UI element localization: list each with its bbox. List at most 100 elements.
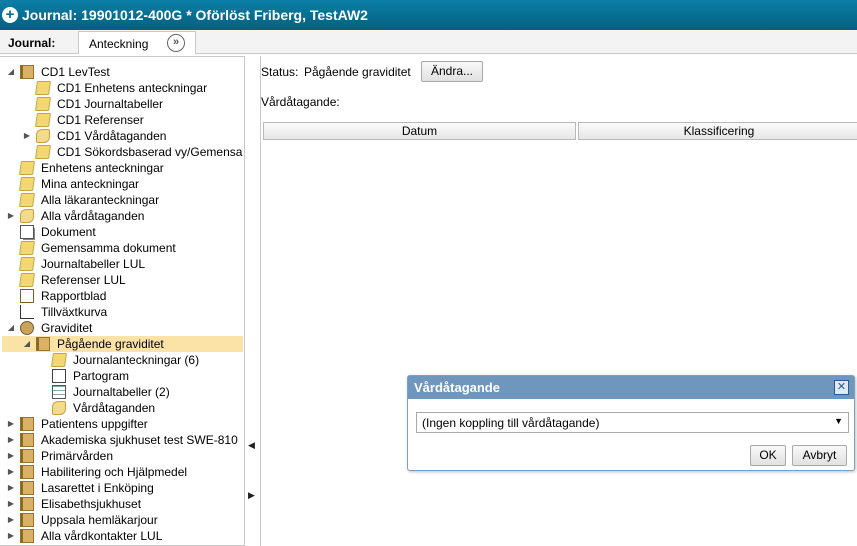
- close-icon[interactable]: ✕: [834, 380, 849, 395]
- status-value: Pågående graviditet: [304, 65, 411, 79]
- book-icon: [36, 337, 50, 351]
- hand-icon: [36, 129, 50, 143]
- tree-item[interactable]: Alla läkaranteckningar: [2, 192, 243, 208]
- vardatagande-select[interactable]: (Ingen koppling till vårdåtagande) ▼: [416, 412, 849, 433]
- dialog-title: Vårdåtagande: [414, 380, 500, 395]
- tree-item[interactable]: ▶ Habilitering och Hjälpmedel: [2, 464, 243, 480]
- tab-journal[interactable]: Journal:: [0, 32, 76, 54]
- tree-item[interactable]: Dokument: [2, 224, 243, 240]
- expand-icon[interactable]: ▶: [6, 496, 16, 512]
- tree-item[interactable]: Referenser LUL: [2, 272, 243, 288]
- tree-item-label: Journalanteckningar (6): [73, 353, 200, 367]
- column-header-datum[interactable]: Datum: [263, 122, 576, 140]
- book-icon: [20, 513, 34, 527]
- expand-icon[interactable]: ▶: [6, 512, 16, 528]
- cancel-button[interactable]: Avbryt: [792, 445, 847, 466]
- tree-item[interactable]: CD1 Enhetens anteckningar: [2, 80, 243, 96]
- dialog-header: Vårdåtagande ✕: [408, 376, 854, 399]
- expand-icon[interactable]: ▶: [6, 416, 16, 432]
- collapse-icon[interactable]: ◢: [6, 64, 16, 80]
- folder-icon: [35, 145, 51, 159]
- tab-bar: Journal: Anteckning »: [0, 30, 857, 54]
- tree-item[interactable]: Gemensamma dokument: [2, 240, 243, 256]
- tree-item-label: Lasarettet i Enköping: [41, 481, 154, 495]
- tree-item[interactable]: Rapportblad: [2, 288, 243, 304]
- window-title: Journal: 19901012-400G * Oförlöst Friber…: [22, 7, 368, 23]
- folder-icon: [19, 257, 35, 271]
- book-icon: [20, 449, 34, 463]
- tree-item-label: Tillväxtkurva: [41, 305, 108, 319]
- tree-item[interactable]: ◢ CD1 LevTest: [2, 64, 243, 80]
- tree-item[interactable]: Vårdåtaganden: [2, 400, 243, 416]
- tree-item[interactable]: ◢ Graviditet: [2, 320, 243, 336]
- folder-icon: [35, 81, 51, 95]
- tree-item[interactable]: Tillväxtkurva: [2, 304, 243, 320]
- collapse-icon[interactable]: ◢: [22, 336, 32, 352]
- tree-item[interactable]: ▶ Patientens uppgifter: [2, 416, 243, 432]
- tree-item-label: Partogram: [73, 369, 130, 383]
- chevron-down-icon[interactable]: ▼: [834, 416, 843, 426]
- tree-item[interactable]: Partogram: [2, 368, 243, 384]
- expand-right-icon[interactable]: ▶: [248, 490, 255, 501]
- tree-item-label: Enhetens anteckningar: [41, 161, 164, 175]
- tree-item-label: CD1 Enhetens anteckningar: [57, 81, 208, 95]
- main-panel: Status: Pågående graviditet Ändra... Vår…: [260, 56, 857, 546]
- plus-icon: +: [2, 7, 18, 23]
- tree-item[interactable]: Journalanteckningar (6): [2, 352, 243, 368]
- tree-item[interactable]: Enhetens anteckningar: [2, 160, 243, 176]
- tree-item-label: Primärvården: [41, 449, 114, 463]
- tree-item[interactable]: ◢ Pågående graviditet: [2, 336, 243, 352]
- tree-item-label: CD1 LevTest: [41, 65, 110, 79]
- tree-item[interactable]: ▶ Lasarettet i Enköping: [2, 480, 243, 496]
- expand-icon[interactable]: ▶: [22, 128, 32, 144]
- book-icon: [20, 529, 34, 543]
- tree-item[interactable]: ▶ Uppsala hemläkarjour: [2, 512, 243, 528]
- tree-item-label: Rapportblad: [41, 289, 107, 303]
- folder-icon: [19, 193, 35, 207]
- tree-item[interactable]: CD1 Referenser: [2, 112, 243, 128]
- tree-item[interactable]: ▶ Akademiska sjukhuset test SWE-810: [2, 432, 243, 448]
- tree-item[interactable]: Journaltabeller LUL: [2, 256, 243, 272]
- change-status-button[interactable]: Ändra...: [421, 61, 483, 82]
- journal-tree: ◢ CD1 LevTest CD1 Enhetens anteckningar CD1…: [0, 56, 245, 546]
- book-icon: [20, 417, 34, 431]
- tree-item-label: Alla vårdkontakter LUL: [41, 529, 163, 543]
- tree-item[interactable]: Mina anteckningar: [2, 176, 243, 192]
- tree-item-label: Akademiska sjukhuset test SWE-810: [41, 433, 238, 447]
- column-header-klassificering[interactable]: Klassificering: [578, 122, 857, 140]
- tree-item-label: Pågående graviditet: [57, 337, 164, 351]
- folder-icon: [35, 97, 51, 111]
- folder-icon: [19, 177, 35, 191]
- tree-item[interactable]: CD1 Journaltabeller: [2, 96, 243, 112]
- tree-item[interactable]: CD1 Sökordsbaserad vy/Gemensa: [2, 144, 243, 160]
- collapse-icon[interactable]: ◢: [6, 320, 16, 336]
- collapse-left-icon[interactable]: ◀: [248, 440, 255, 451]
- expand-icon[interactable]: ▶: [6, 464, 16, 480]
- expand-icon[interactable]: ▶: [6, 432, 16, 448]
- book-icon: [20, 481, 34, 495]
- tree-item-label: Alla vårdåtaganden: [41, 209, 145, 223]
- select-value: (Ingen koppling till vårdåtagande): [422, 416, 600, 430]
- book-icon: [20, 497, 34, 511]
- ok-button[interactable]: OK: [750, 445, 786, 466]
- book-icon: [20, 465, 34, 479]
- expand-icon[interactable]: ▶: [6, 208, 16, 224]
- chevron-right-circle-icon[interactable]: »: [167, 34, 185, 52]
- tab-anteckning[interactable]: Anteckning »: [78, 31, 196, 54]
- tree-item[interactable]: ▶ Alla vårdkontakter LUL: [2, 528, 243, 544]
- folder-icon: [35, 113, 51, 127]
- expand-icon[interactable]: ▶: [6, 528, 16, 544]
- status-label: Status:: [261, 65, 299, 79]
- splitter[interactable]: ◀ ▶: [245, 56, 259, 546]
- expand-icon[interactable]: ▶: [6, 480, 16, 496]
- tree-item-label: Alla läkaranteckningar: [41, 193, 160, 207]
- folder-icon: [19, 273, 35, 287]
- tree-item[interactable]: ▶ CD1 Vårdåtaganden: [2, 128, 243, 144]
- tree-item-label: Journaltabeller LUL: [41, 257, 146, 271]
- expand-icon[interactable]: ▶: [6, 448, 16, 464]
- tree-item[interactable]: ▶ Elisabethsjukhuset: [2, 496, 243, 512]
- tree-item[interactable]: ▶ Alla vårdåtaganden: [2, 208, 243, 224]
- tree-item-label: Elisabethsjukhuset: [41, 497, 142, 511]
- tree-item[interactable]: Journaltabeller (2): [2, 384, 243, 400]
- tree-item[interactable]: ▶ Primärvården: [2, 448, 243, 464]
